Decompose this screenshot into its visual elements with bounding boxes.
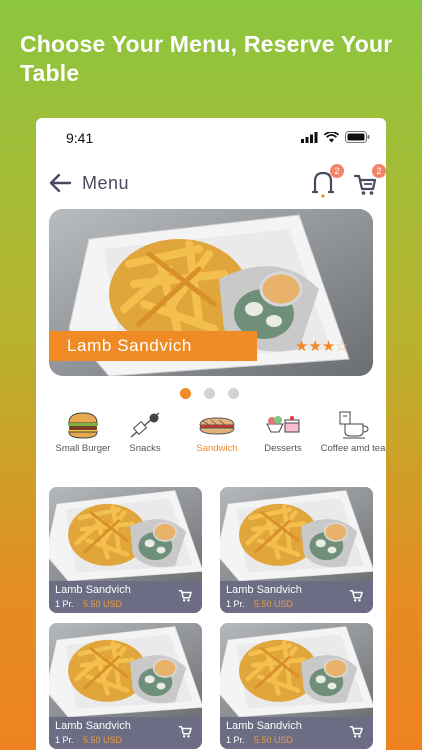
- sandwich-icon: [199, 417, 235, 435]
- burger-icon: [68, 412, 98, 439]
- add-to-cart-icon[interactable]: [178, 589, 192, 603]
- menu-item-name: Lamb Sandvich: [226, 584, 302, 596]
- menu-item-qty: 1 Pr.: [55, 599, 74, 609]
- menu-item-qty: 1 Pr.: [226, 599, 245, 609]
- status-bar: 9:41: [36, 118, 386, 158]
- category-bar: Small Burger Snacks Sandwich Desserts Co…: [36, 410, 386, 476]
- status-time: 9:41: [66, 130, 94, 146]
- add-to-cart-icon[interactable]: [349, 725, 363, 739]
- menu-item-price: 5.50 USD: [83, 599, 123, 609]
- carousel-dot[interactable]: [180, 388, 191, 399]
- menu-item-info: Lamb Sandvich 1 Pr. 5.50 USD: [220, 717, 373, 749]
- cart-badge: 2: [372, 164, 386, 178]
- add-to-cart-icon[interactable]: [349, 589, 363, 603]
- rating-stars: ★★★☆: [295, 337, 349, 355]
- menu-item-info: Lamb Sandvich 1 Pr. 5.50 USD: [49, 581, 202, 613]
- category-label: Snacks: [129, 443, 161, 454]
- star-icon: ★: [321, 338, 336, 355]
- featured-item-banner[interactable]: Lamb Sandvich ★★★☆: [49, 209, 373, 376]
- menu-item-name: Lamb Sandvich: [226, 720, 302, 732]
- category-label: Small Burger: [55, 443, 111, 454]
- menu-item-price: 5.50 USD: [254, 599, 294, 609]
- menu-item-image: [49, 623, 202, 717]
- star-icon: ★: [308, 338, 322, 355]
- menu-item-info: Lamb Sandvich 1 Pr. 5.50 USD: [220, 581, 373, 613]
- battery-icon: [345, 131, 370, 143]
- menu-item-card[interactable]: Lamb Sandvich 1 Pr. 5.50 USD: [220, 487, 373, 613]
- notification-badge: 2: [330, 164, 344, 178]
- menu-item-price: 5.50 USD: [254, 735, 294, 745]
- category-label: Desserts: [264, 443, 302, 454]
- menu-item-image: [220, 623, 373, 717]
- menu-item-info: Lamb Sandvich 1 Pr. 5.50 USD: [49, 717, 202, 749]
- star-icon: ★: [295, 338, 309, 355]
- phone-frame: 9:41 Menu 2 2 Lamb Sandvich ★★★☆ Small B…: [36, 118, 386, 750]
- star-empty-icon: ☆: [335, 338, 349, 355]
- menu-item-card[interactable]: Lamb Sandvich 1 Pr. 5.50 USD: [49, 487, 202, 613]
- menu-item-name: Lamb Sandvich: [55, 720, 131, 732]
- menu-item-image: [49, 487, 202, 581]
- status-icons: [301, 131, 370, 143]
- add-to-cart-icon[interactable]: [178, 725, 192, 739]
- coffee-icon: [339, 411, 369, 439]
- carousel-indicator: [180, 388, 239, 399]
- notifications-button[interactable]: 2: [310, 164, 344, 198]
- menu-item-name: Lamb Sandvich: [55, 584, 131, 596]
- wifi-icon: [324, 131, 339, 142]
- category-sandwich[interactable]: Sandwich: [182, 410, 252, 454]
- desserts-icon: [266, 416, 300, 433]
- menu-item-qty: 1 Pr.: [226, 735, 245, 745]
- category-snacks[interactable]: Snacks: [110, 410, 180, 454]
- back-arrow-icon[interactable]: [48, 172, 72, 194]
- cart-button[interactable]: 2: [352, 164, 386, 198]
- page-headline: Choose Your Menu, Reserve Your Table: [20, 31, 393, 86]
- menu-item-card[interactable]: Lamb Sandvich 1 Pr. 5.50 USD: [220, 623, 373, 749]
- category-label: Coffee amd tea: [320, 443, 386, 454]
- category-small-burger[interactable]: Small Burger: [48, 410, 118, 454]
- menu-item-qty: 1 Pr.: [55, 735, 74, 745]
- carousel-dot[interactable]: [228, 388, 239, 399]
- featured-item-title: Lamb Sandvich: [49, 331, 257, 361]
- page-title: Menu: [82, 173, 130, 193]
- snacks-icon: [130, 412, 160, 438]
- nav-bar: Menu 2 2: [36, 162, 386, 206]
- menu-item-card[interactable]: Lamb Sandvich 1 Pr. 5.50 USD: [49, 623, 202, 749]
- category-coffee-tea[interactable]: Coffee amd tea: [318, 410, 386, 454]
- category-label: Sandwich: [196, 443, 238, 454]
- menu-item-image: [220, 487, 373, 581]
- category-desserts[interactable]: Desserts: [248, 410, 318, 454]
- menu-item-price: 5.50 USD: [83, 735, 123, 745]
- carousel-dot[interactable]: [204, 388, 215, 399]
- signal-icon: [301, 131, 318, 143]
